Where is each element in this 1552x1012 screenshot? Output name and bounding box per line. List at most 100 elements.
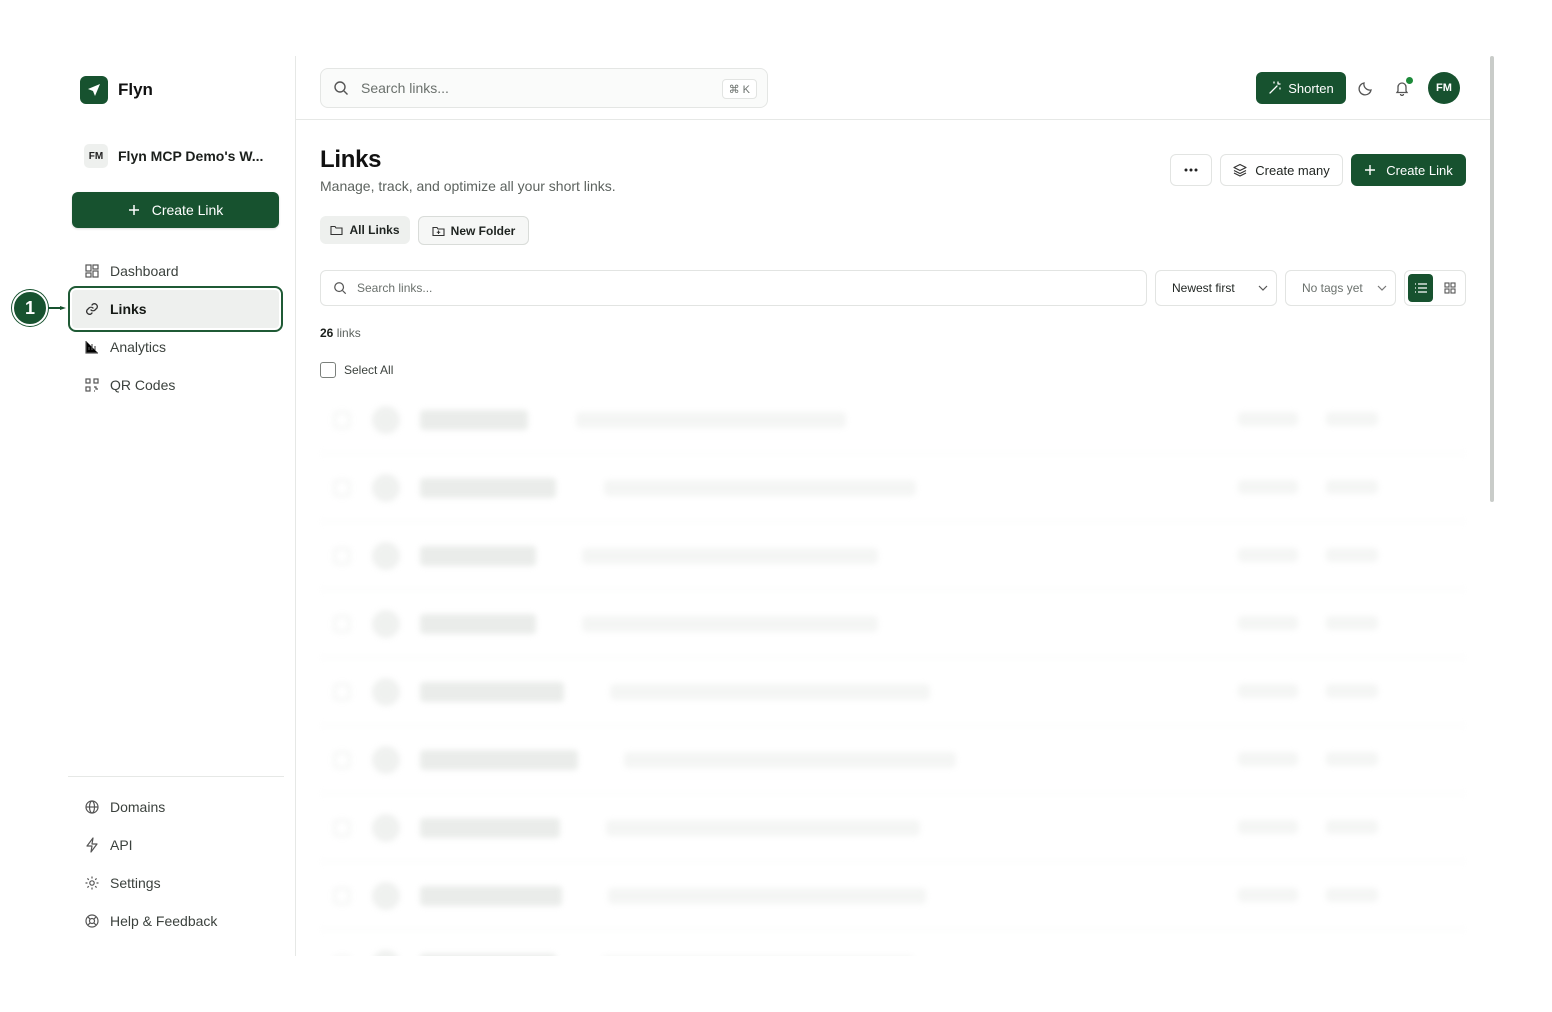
user-avatar[interactable]: FM [1428,72,1460,104]
table-row[interactable] [320,386,1466,454]
sidebar-item-dashboard[interactable]: Dashboard [72,252,279,290]
callout-arrow-icon [48,306,66,310]
more-options-button[interactable] [1170,154,1212,186]
row-short-link-redacted [420,546,536,566]
links-count-number: 26 [320,326,334,340]
global-search-input[interactable] [361,80,701,96]
select-all-checkbox[interactable] [320,362,336,378]
row-checkbox[interactable] [334,684,350,700]
row-clicks-redacted [1238,616,1298,630]
link-icon [86,303,98,315]
row-destination-redacted [606,820,920,836]
row-short-link-redacted [420,750,578,770]
theme-toggle-moon-icon[interactable] [1354,76,1378,100]
links-list [320,386,1466,956]
row-destination-redacted [582,616,878,632]
sidebar-item-label: API [110,837,133,853]
create-link-label: Create Link [1386,162,1453,178]
folder-all-links-tab[interactable]: All Links [320,216,410,244]
row-destination-redacted [582,548,878,564]
sidebar-item-label: Links [110,301,147,317]
sidebar-item-label: Settings [110,875,161,891]
search-shortcut-badge: ⌘ K [721,79,757,99]
table-row[interactable] [320,862,1466,930]
table-row[interactable] [320,658,1466,726]
list-view-button[interactable] [1408,274,1433,302]
plus-icon [1365,165,1376,175]
brand[interactable]: Flyn [80,76,153,104]
row-date-redacted [1326,752,1378,766]
row-short-link-redacted [420,682,564,702]
search-icon [334,282,347,295]
table-row[interactable] [320,522,1466,590]
row-checkbox[interactable] [334,412,350,428]
row-date-redacted [1326,412,1378,426]
table-row[interactable] [320,930,1466,956]
row-destination-redacted [604,480,916,496]
row-clicks-redacted [1238,480,1298,494]
links-search-input[interactable] [357,281,1117,295]
sidebar-item-label: Analytics [110,339,167,355]
row-checkbox[interactable] [334,480,350,496]
grid-view-button[interactable] [1437,274,1462,302]
page-scrollbar[interactable] [1490,56,1496,502]
scrollbar-thumb[interactable] [1490,56,1494,502]
row-date-redacted [1326,820,1378,834]
sidebar-item-label: Domains [110,799,166,815]
select-all[interactable]: Select All [320,362,393,378]
sidebar-item-help-feedback[interactable]: Help & Feedback [72,902,279,940]
page-subtitle: Manage, track, and optimize all your sho… [320,178,616,194]
lightning-icon [86,837,98,853]
shorten-button[interactable]: Shorten [1256,72,1346,104]
row-checkbox[interactable] [334,752,350,768]
table-row[interactable] [320,726,1466,794]
sidebar-item-settings[interactable]: Settings [72,864,279,902]
table-row[interactable] [320,454,1466,522]
new-folder-button[interactable]: New Folder [418,216,529,245]
magic-wand-icon [1269,81,1281,94]
dashboard-icon [85,264,99,278]
link-favicon-icon [372,950,400,956]
link-favicon-icon [372,882,400,910]
table-row[interactable] [320,590,1466,658]
row-short-link-redacted [420,478,556,498]
row-checkbox[interactable] [334,888,350,904]
row-date-redacted [1326,480,1378,494]
row-date-redacted [1326,684,1378,698]
sort-select[interactable]: Newest first [1155,270,1277,306]
ellipsis-icon [1184,168,1198,172]
row-clicks-redacted [1238,820,1298,834]
sidebar-item-links[interactable]: Links [68,286,283,332]
row-destination-redacted [624,752,956,768]
sidebar-item-api[interactable]: API [72,826,279,864]
row-clicks-redacted [1238,752,1298,766]
notifications-bell-icon[interactable] [1390,76,1414,100]
step-callout-badge: 1 [12,290,48,326]
create-many-button[interactable]: Create many [1220,154,1343,186]
row-date-redacted [1326,548,1378,562]
sidebar-create-link-label: Create Link [151,202,224,218]
table-row[interactable] [320,794,1466,862]
global-search[interactable]: ⌘ K [320,68,768,108]
links-search[interactable] [320,270,1147,306]
create-link-button[interactable]: Create Link [1351,154,1466,186]
lifebuoy-icon [85,914,99,928]
search-icon [334,81,348,95]
row-checkbox[interactable] [334,548,350,564]
tags-select[interactable]: No tags yet [1285,270,1396,306]
row-checkbox[interactable] [334,616,350,632]
row-destination-redacted [610,684,930,700]
folder-plus-icon [432,226,445,236]
row-destination-redacted [608,888,926,904]
sidebar-create-link-button[interactable]: Create Link [72,192,279,228]
notification-dot [1406,77,1413,84]
sidebar-item-qr-codes[interactable]: QR Codes [72,366,279,404]
tags-value: No tags yet [1302,281,1363,295]
row-short-link-redacted [420,614,536,634]
workspace-switcher[interactable]: FM Flyn MCP Demo's W... [84,144,284,168]
primary-nav: Dashboard Links Analytics QR Codes [68,252,283,404]
row-checkbox[interactable] [334,820,350,836]
sidebar-item-domains[interactable]: Domains [72,788,279,826]
sidebar-item-analytics[interactable]: Analytics [72,328,279,366]
links-count: 26 links [320,326,361,340]
